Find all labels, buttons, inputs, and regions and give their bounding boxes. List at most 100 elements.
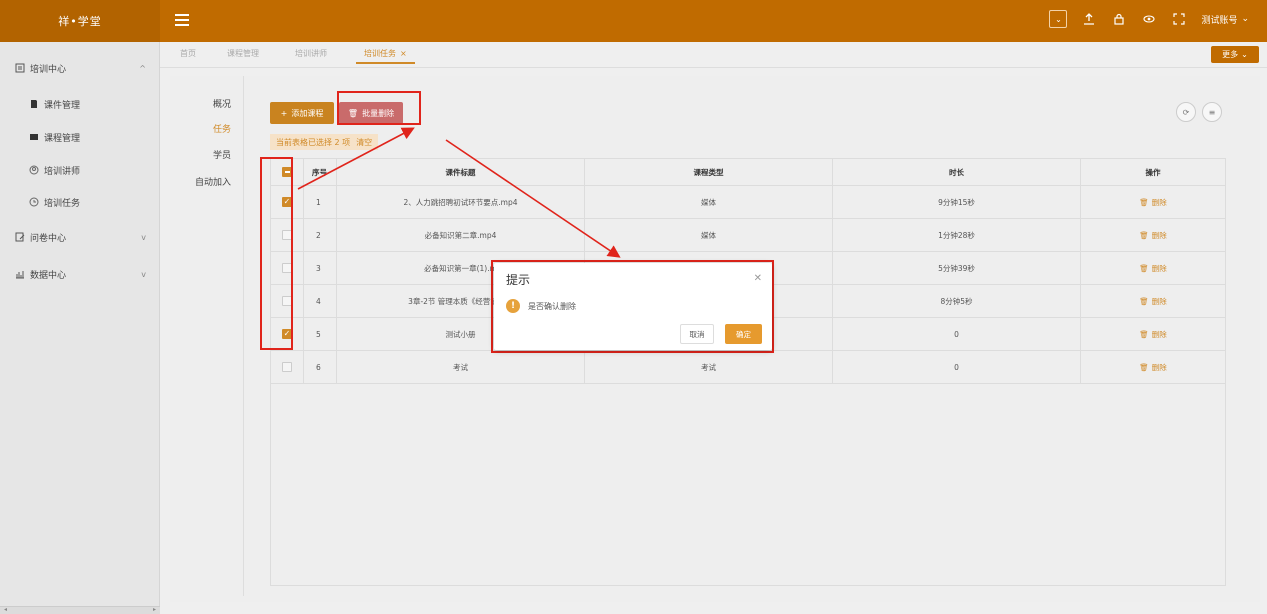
row-index: 1 [304,186,337,218]
delete-link[interactable]: 🗑 删除 [1139,263,1167,274]
lock-icon[interactable] [1111,11,1127,27]
tab-training-tasks[interactable]: 培训任务 × [356,48,415,64]
book-icon [28,131,40,143]
document-icon [14,62,26,74]
tab-lecturers[interactable]: 培训讲师 [295,48,327,59]
row-duration: 1分钟28秒 [833,219,1081,251]
delete-label: 删除 [1151,362,1167,372]
close-icon[interactable]: × [400,49,407,58]
clear-selection-link[interactable]: 清空 [356,137,372,148]
annotation-box-batch-delete [337,91,421,125]
delete-link[interactable]: 🗑 删除 [1139,329,1167,340]
cancel-button[interactable]: 取消 [680,324,714,344]
add-course-button[interactable]: + 添加课程 [270,102,334,124]
trash-icon: 🗑 [1139,296,1149,306]
delete-label: 删除 [1151,230,1167,240]
delete-label: 删除 [1151,329,1167,339]
sidebar-item-survey-center[interactable]: 问卷中心 v [0,226,160,248]
row-title: 2、人力跳招聘初试环节要点.mp4 [337,186,585,218]
row-duration: 0 [833,318,1081,350]
table-row: 2 必备知识第二章.mp4 媒体 1分钟28秒 🗑 删除 [271,219,1225,252]
table-header: 序号 课件标题 课程类型 时长 操作 [271,159,1225,186]
delete-link[interactable]: 🗑 删除 [1139,197,1167,208]
sidebar-item-training-tasks[interactable]: 培训任务 [0,191,160,213]
header-type: 课程类型 [585,159,833,185]
subnav-auto-join[interactable]: 自动加入 [195,175,231,188]
trash-icon: 🗑 [1139,197,1149,207]
app-logo: 祥•学堂 [0,0,160,42]
header-actions: ⌄ 测试账号 ⌄ [1049,10,1249,28]
row-duration: 5分钟39秒 [833,252,1081,284]
selected-count-text: 当前表格已选择 2 项 [276,137,351,147]
row-index: 5 [304,318,337,350]
tab-bar: 首页 课程管理 培训讲师 培训任务 × 更多 ⌄ [160,42,1267,68]
subnav-overview[interactable]: 概况 [213,97,231,110]
trash-icon: 🗑 [1139,230,1149,240]
sidebar-item-label: 课程管理 [44,133,81,144]
sidebar-item-courseware[interactable]: 课件管理 [0,93,160,115]
scroll-right-icon[interactable]: ▸ [153,606,156,613]
sidebar: 培训中心 ^ 课件管理 课程管理 培训讲师 培训任务 问卷中心 v 数据中心 v… [0,42,160,614]
menu-toggle-icon[interactable] [175,14,189,26]
selection-info: 当前表格已选择 2 项 清空 [270,134,379,150]
row-duration: 9分钟15秒 [833,186,1081,218]
row-type: 媒体 [585,186,833,218]
upload-icon[interactable] [1081,11,1097,27]
sidebar-item-label: 课件管理 [44,100,81,111]
header-actions: 操作 [1145,167,1161,177]
clock-icon [28,196,40,208]
row-checkbox[interactable] [282,362,292,372]
plus-icon: + [280,108,288,118]
chevron-up-icon: ^ [139,63,146,73]
fullscreen-icon[interactable] [1171,11,1187,27]
sidebar-item-data-center[interactable]: 数据中心 v [0,263,160,285]
warning-icon: ! [506,299,520,313]
subnav-tasks[interactable]: 任务 [213,122,231,135]
refresh-icon[interactable]: ⟳ [1176,102,1196,122]
user-menu[interactable]: 测试账号 ⌄ [1201,13,1249,26]
trash-icon: 🗑 [1139,329,1149,339]
header-duration: 时长 [833,159,1081,185]
delete-link[interactable]: 🗑 删除 [1139,296,1167,307]
chevron-down-icon: ⌄ [1241,50,1248,59]
row-title: 必备知识第二章.mp4 [337,219,585,251]
trash-icon: 🗑 [1139,263,1149,273]
more-label: 更多 [1222,50,1239,59]
row-index: 6 [304,351,337,383]
header-index: 序号 [304,159,337,185]
subnav-students[interactable]: 学员 [213,148,231,161]
sidebar-item-label: 培训讲师 [44,166,81,177]
sidebar-item-courses[interactable]: 课程管理 [0,126,160,148]
active-tab-indicator [356,62,415,64]
more-button[interactable]: 更多 ⌄ [1211,46,1259,63]
confirm-button[interactable]: 确定 [725,324,762,344]
chevron-down-icon: ⌄ [1241,14,1249,24]
sidebar-scrollbar[interactable]: ◂ ▸ [0,606,160,614]
close-icon[interactable]: ✕ [754,273,762,284]
row-type: 考试 [585,351,833,383]
tab-course-management[interactable]: 课程管理 [227,48,259,59]
tab-label: 培训任务 [364,49,396,58]
row-index: 2 [304,219,337,251]
scroll-left-icon[interactable]: ◂ [4,606,7,613]
delete-link[interactable]: 🗑 删除 [1139,362,1167,373]
edit-icon [14,231,26,243]
chevron-down-icon: v [141,269,146,279]
username: 测试账号 [1201,15,1238,26]
sidebar-item-lecturers[interactable]: 培训讲师 [0,159,160,181]
eye-icon[interactable] [1141,11,1157,27]
chevron-down-icon: v [141,232,146,242]
row-duration: 0 [833,351,1081,383]
delete-label: 删除 [1151,296,1167,306]
window-icon[interactable]: ⌄ [1049,10,1068,28]
top-header: 祥•学堂 ⌄ 测试账号 ⌄ [0,0,1267,42]
row-type: 媒体 [585,219,833,251]
header-title: 课件标题 [337,159,585,185]
chart-icon [14,268,26,280]
table-row: 6 考试 考试 0 🗑 删除 [271,351,1225,384]
column-settings-icon[interactable]: ≡ [1202,102,1222,122]
delete-link[interactable]: 🗑 删除 [1139,230,1167,241]
annotation-box-checkboxes [260,157,293,350]
sidebar-item-training-center[interactable]: 培训中心 ^ [0,57,160,79]
tab-home[interactable]: 首页 [180,48,196,59]
